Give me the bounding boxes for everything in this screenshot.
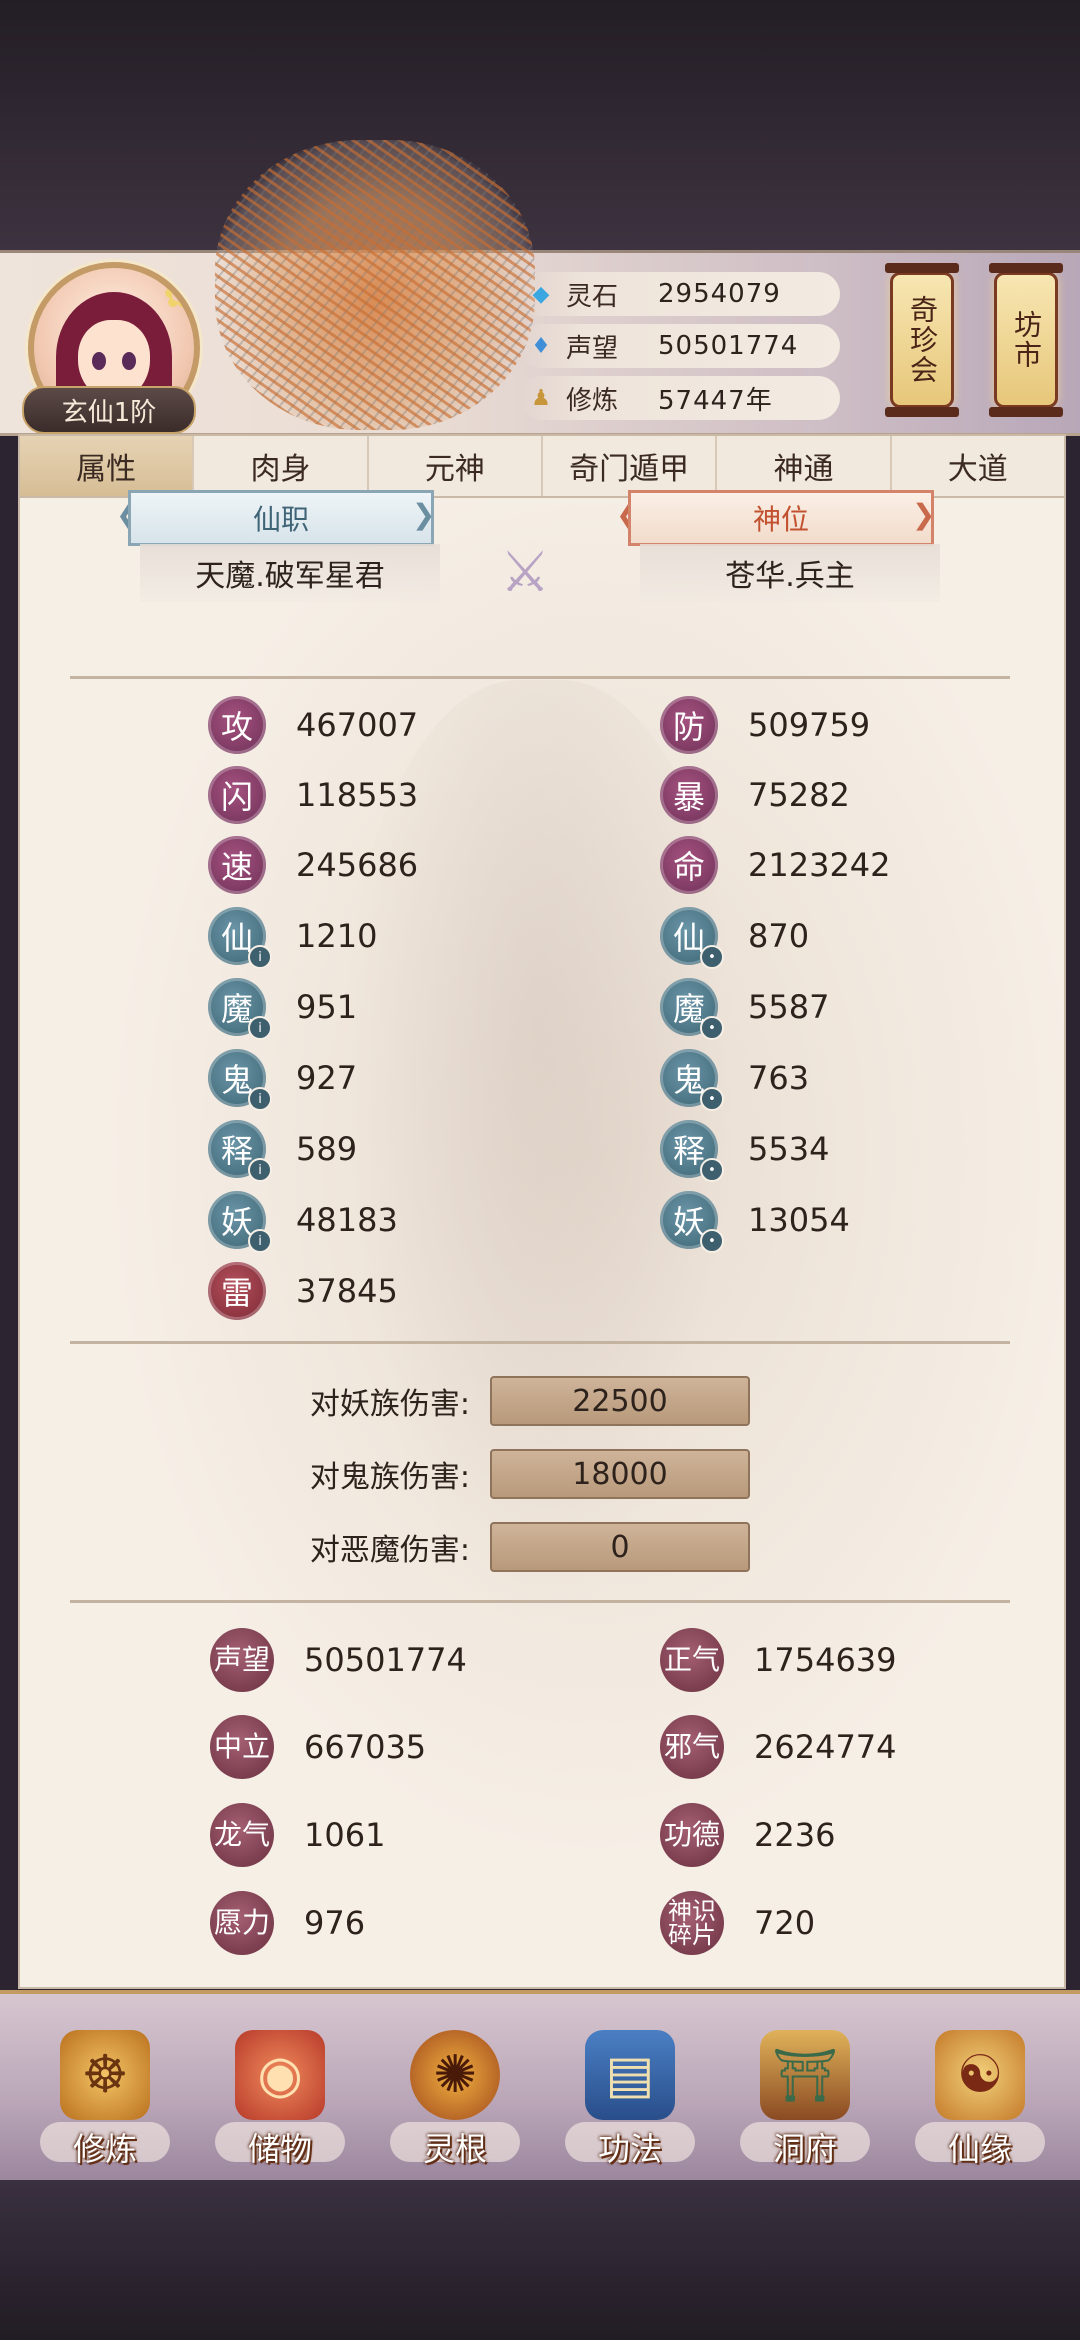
info-icon: i [248, 1016, 272, 1040]
stat-dodge: 闪 118553 [208, 765, 418, 825]
tab-powers[interactable]: 神通 [717, 436, 892, 496]
nav-storage[interactable]: ◉ 储物 [205, 2030, 355, 2180]
divider [70, 1600, 1010, 1603]
alignment-wish-power: 愿力 976 [210, 1890, 365, 1956]
stat-demon-attack[interactable]: 魔i 951 [208, 977, 357, 1040]
stat-ghost-defense[interactable]: 鬼 • 763 [660, 1048, 809, 1111]
treasure-bag-icon: ◉ [235, 2030, 325, 2120]
info-icon: i [248, 1229, 272, 1253]
resource-spirit-stone: ◆ 灵石 2954079 [520, 272, 840, 316]
alignment-neutral: 中立 667035 [210, 1714, 426, 1780]
spirit-stone-icon: ◆ [532, 281, 550, 307]
nav-spirit-root[interactable]: ✺ 灵根 [380, 2030, 530, 2180]
crossed-swords-icon: ⚔ [500, 540, 551, 605]
nav-cultivate[interactable]: ☸ 修炼 [30, 2030, 180, 2180]
lantern-treasure-fair[interactable]: 奇珍会 [885, 263, 959, 417]
shield-dot-icon: • [700, 1158, 724, 1182]
alignment-merit: 功德 2236 [660, 1802, 835, 1868]
stat-attack: 攻 467007 [208, 695, 418, 755]
info-icon: i [248, 1158, 272, 1182]
damage-vs-monster: 对妖族伤害: 22500 [250, 1376, 750, 1426]
arrow-right-icon: ❯ [912, 498, 936, 531]
tab-body[interactable]: 肉身 [194, 436, 369, 496]
stat-speed: 速 245686 [208, 835, 418, 895]
resource-reputation: ♦ 声望 50501774 [520, 324, 840, 368]
tab-dao[interactable]: 大道 [892, 436, 1064, 496]
stat-monster-attack[interactable]: 妖i 48183 [208, 1190, 398, 1253]
damage-vs-ghost: 对鬼族伤害: 18000 [250, 1449, 750, 1499]
system-nav-area [0, 2180, 1080, 2340]
immortal-post-value: 天魔.破军星君 [140, 544, 440, 602]
shield-dot-icon: • [700, 1016, 724, 1040]
alignment-dragon-qi: 龙气 1061 [210, 1802, 385, 1868]
meditating-monk-icon: ☸ [60, 2030, 150, 2120]
cave-palace-icon: ⛩ [760, 2030, 850, 2120]
arrow-right-icon: ❯ [412, 498, 436, 531]
cultivation-figure-icon: ♟ [531, 385, 551, 411]
stat-thunder: 雷 37845 [208, 1261, 398, 1321]
divine-rank-header: 神位 [628, 490, 934, 546]
resource-cultivation: ♟ 修炼 57447年 [520, 376, 840, 420]
redacted-name-scribble [215, 140, 535, 430]
tab-attributes[interactable]: 属性 [20, 436, 195, 496]
tab-qimen[interactable]: 奇门遁甲 [543, 436, 718, 496]
hair-ornament-icon: ✿ [163, 276, 193, 316]
stat-buddha-defense[interactable]: 释 • 5534 [660, 1119, 829, 1182]
gourd-icon: ☯ [935, 2030, 1025, 2120]
alignment-evil: 邪气 2624774 [660, 1714, 897, 1780]
nav-techniques[interactable]: ▤ 功法 [555, 2030, 705, 2180]
tab-bar: 属性 肉身 元神 奇门遁甲 神通 大道 [18, 434, 1066, 498]
stat-demon-defense[interactable]: 魔 • 5587 [660, 977, 829, 1040]
stat-monster-defense[interactable]: 妖 • 13054 [660, 1190, 850, 1253]
divider [70, 1341, 1010, 1344]
scripture-book-icon: ▤ [585, 2030, 675, 2120]
info-icon: i [248, 1087, 272, 1111]
stat-buddha-attack[interactable]: 释i 589 [208, 1119, 357, 1182]
divider [70, 676, 1010, 679]
info-icon: i [248, 945, 272, 969]
stat-immortal-attack[interactable]: 仙i 1210 [208, 906, 377, 969]
shield-dot-icon: • [700, 1229, 724, 1253]
alignment-reputation: 声望 50501774 [210, 1627, 467, 1693]
immortal-post-header: 仙职 [128, 490, 434, 546]
spirit-root-swirl-icon: ✺ [410, 2030, 500, 2120]
rank-tag: 玄仙1阶 [22, 386, 196, 434]
alignment-righteous: 正气 1754639 [660, 1627, 897, 1693]
shield-dot-icon: • [700, 1087, 724, 1111]
tab-spirit[interactable]: 元神 [369, 436, 543, 496]
shield-dot-icon: • [700, 945, 724, 969]
stat-defense: 防 509759 [660, 695, 870, 755]
divine-rank-value: 苍华.兵主 [640, 544, 940, 602]
stat-crit: 暴 75282 [660, 765, 850, 825]
reputation-crystal-icon: ♦ [531, 333, 551, 359]
lantern-market[interactable]: 坊市 [989, 263, 1063, 417]
stat-ghost-attack[interactable]: 鬼i 927 [208, 1048, 357, 1111]
stat-immortal-defense[interactable]: 仙 • 870 [660, 906, 809, 969]
nav-fate[interactable]: ☯ 仙缘 [905, 2030, 1055, 2180]
stat-health: 命 2123242 [660, 835, 891, 895]
nav-cave-abode[interactable]: ⛩ 洞府 [730, 2030, 880, 2180]
alignment-soul-fragment: 神识 碎片 720 [660, 1890, 815, 1956]
top-status-area [0, 0, 1080, 250]
damage-vs-devil: 对恶魔伤害: 0 [250, 1522, 750, 1572]
